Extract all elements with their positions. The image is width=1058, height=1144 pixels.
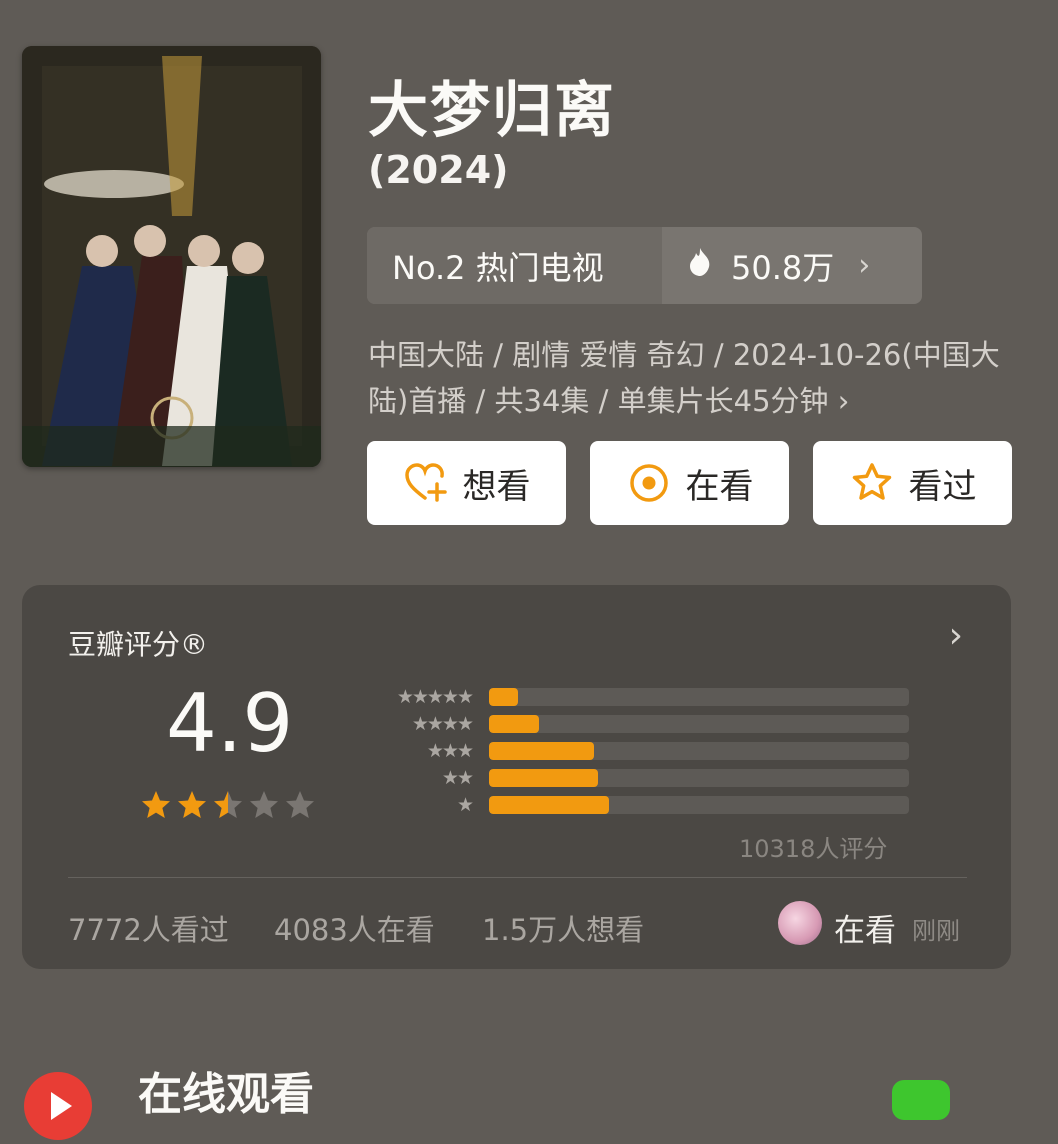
watching-label: 在看 (685, 466, 754, 507)
want-to-watch-button[interactable]: 想看 (367, 441, 566, 525)
platform-icon[interactable] (892, 1080, 950, 1120)
star-empty-icon (250, 791, 278, 818)
watching-button[interactable]: 在看 (590, 441, 789, 525)
distribution-row-4: ★★★★ (352, 710, 912, 737)
distribution-row-2: ★★ (352, 764, 912, 791)
poster-artwork (22, 46, 321, 467)
star-full-icon (178, 791, 206, 818)
chevron-right-icon[interactable]: › (949, 615, 963, 656)
star-icon (852, 463, 891, 500)
avatar[interactable] (778, 901, 822, 945)
rating-score: 4.9 (166, 677, 294, 770)
watched-label: 看过 (908, 466, 977, 507)
show-title: 大梦归离 (368, 76, 616, 146)
rating-count: 10318人评分 (739, 835, 888, 863)
star-empty-icon (286, 791, 314, 818)
distribution-row-5: ★★★★★ (352, 683, 912, 710)
distribution-stars-label: ★★ (441, 766, 474, 789)
play-icon[interactable] (24, 1072, 92, 1140)
poster-image[interactable] (22, 46, 321, 467)
distribution-bar-5 (489, 687, 519, 706)
distribution-bar-track (489, 768, 909, 787)
rank-banner[interactable]: No.2 热门电视 50.8万 › (367, 227, 922, 304)
status-time: 刚刚 (912, 917, 960, 945)
distribution-stars-label: ★★★★ (411, 712, 474, 735)
target-icon (629, 464, 668, 502)
distribution-row-3: ★★★ (352, 737, 912, 764)
distribution-stars-label: ★★★★★ (396, 685, 474, 708)
rating-card[interactable]: 豆瓣评分® › 4.9 ★★★★★ ★★★★ ★★★ ★★ ★ 10318人评分… (22, 585, 1011, 969)
distribution-bar-track (489, 741, 909, 760)
distribution-row-1: ★ (352, 791, 912, 818)
want-count[interactable]: 1.5万人想看 (482, 907, 644, 949)
online-watch-title: 在线观看 (138, 1069, 314, 1120)
star-full-icon (142, 791, 170, 818)
watched-button[interactable]: 看过 (813, 441, 1012, 525)
user-status: 在看 (834, 913, 896, 949)
distribution-stars-label: ★ (456, 793, 474, 816)
distribution-bar-4 (489, 714, 540, 733)
star-half-icon (214, 791, 242, 818)
show-meta[interactable]: 中国大陆 / 剧情 爱情 奇幻 / 2024-10-26(中国大陆)首播 / 共… (368, 332, 1008, 424)
watching-count[interactable]: 4083人在看 (274, 907, 435, 949)
rating-distribution: ★★★★★ ★★★★ ★★★ ★★ ★ (352, 683, 912, 818)
rating-stars (140, 789, 316, 821)
distribution-bar-track (489, 795, 909, 814)
chevron-right-icon: › (858, 248, 871, 283)
distribution-bar-track (489, 714, 909, 733)
rating-title: 豆瓣评分® (68, 628, 209, 661)
heat-section[interactable]: 50.8万 › (662, 227, 922, 304)
divider (68, 877, 967, 878)
want-to-watch-label: 想看 (462, 466, 531, 507)
distribution-bar-1 (489, 795, 609, 814)
distribution-bar-3 (489, 741, 594, 760)
distribution-bar-track (489, 687, 909, 706)
distribution-stars-label: ★★★ (426, 739, 474, 762)
distribution-bar-2 (489, 768, 599, 787)
heart-plus-icon (404, 463, 447, 502)
watched-count[interactable]: 7772人看过 (68, 907, 229, 949)
fire-icon (687, 247, 713, 285)
heat-value: 50.8万 (731, 248, 835, 287)
show-year: (2024) (368, 148, 509, 192)
rank-label: No.2 热门电视 (367, 227, 662, 304)
